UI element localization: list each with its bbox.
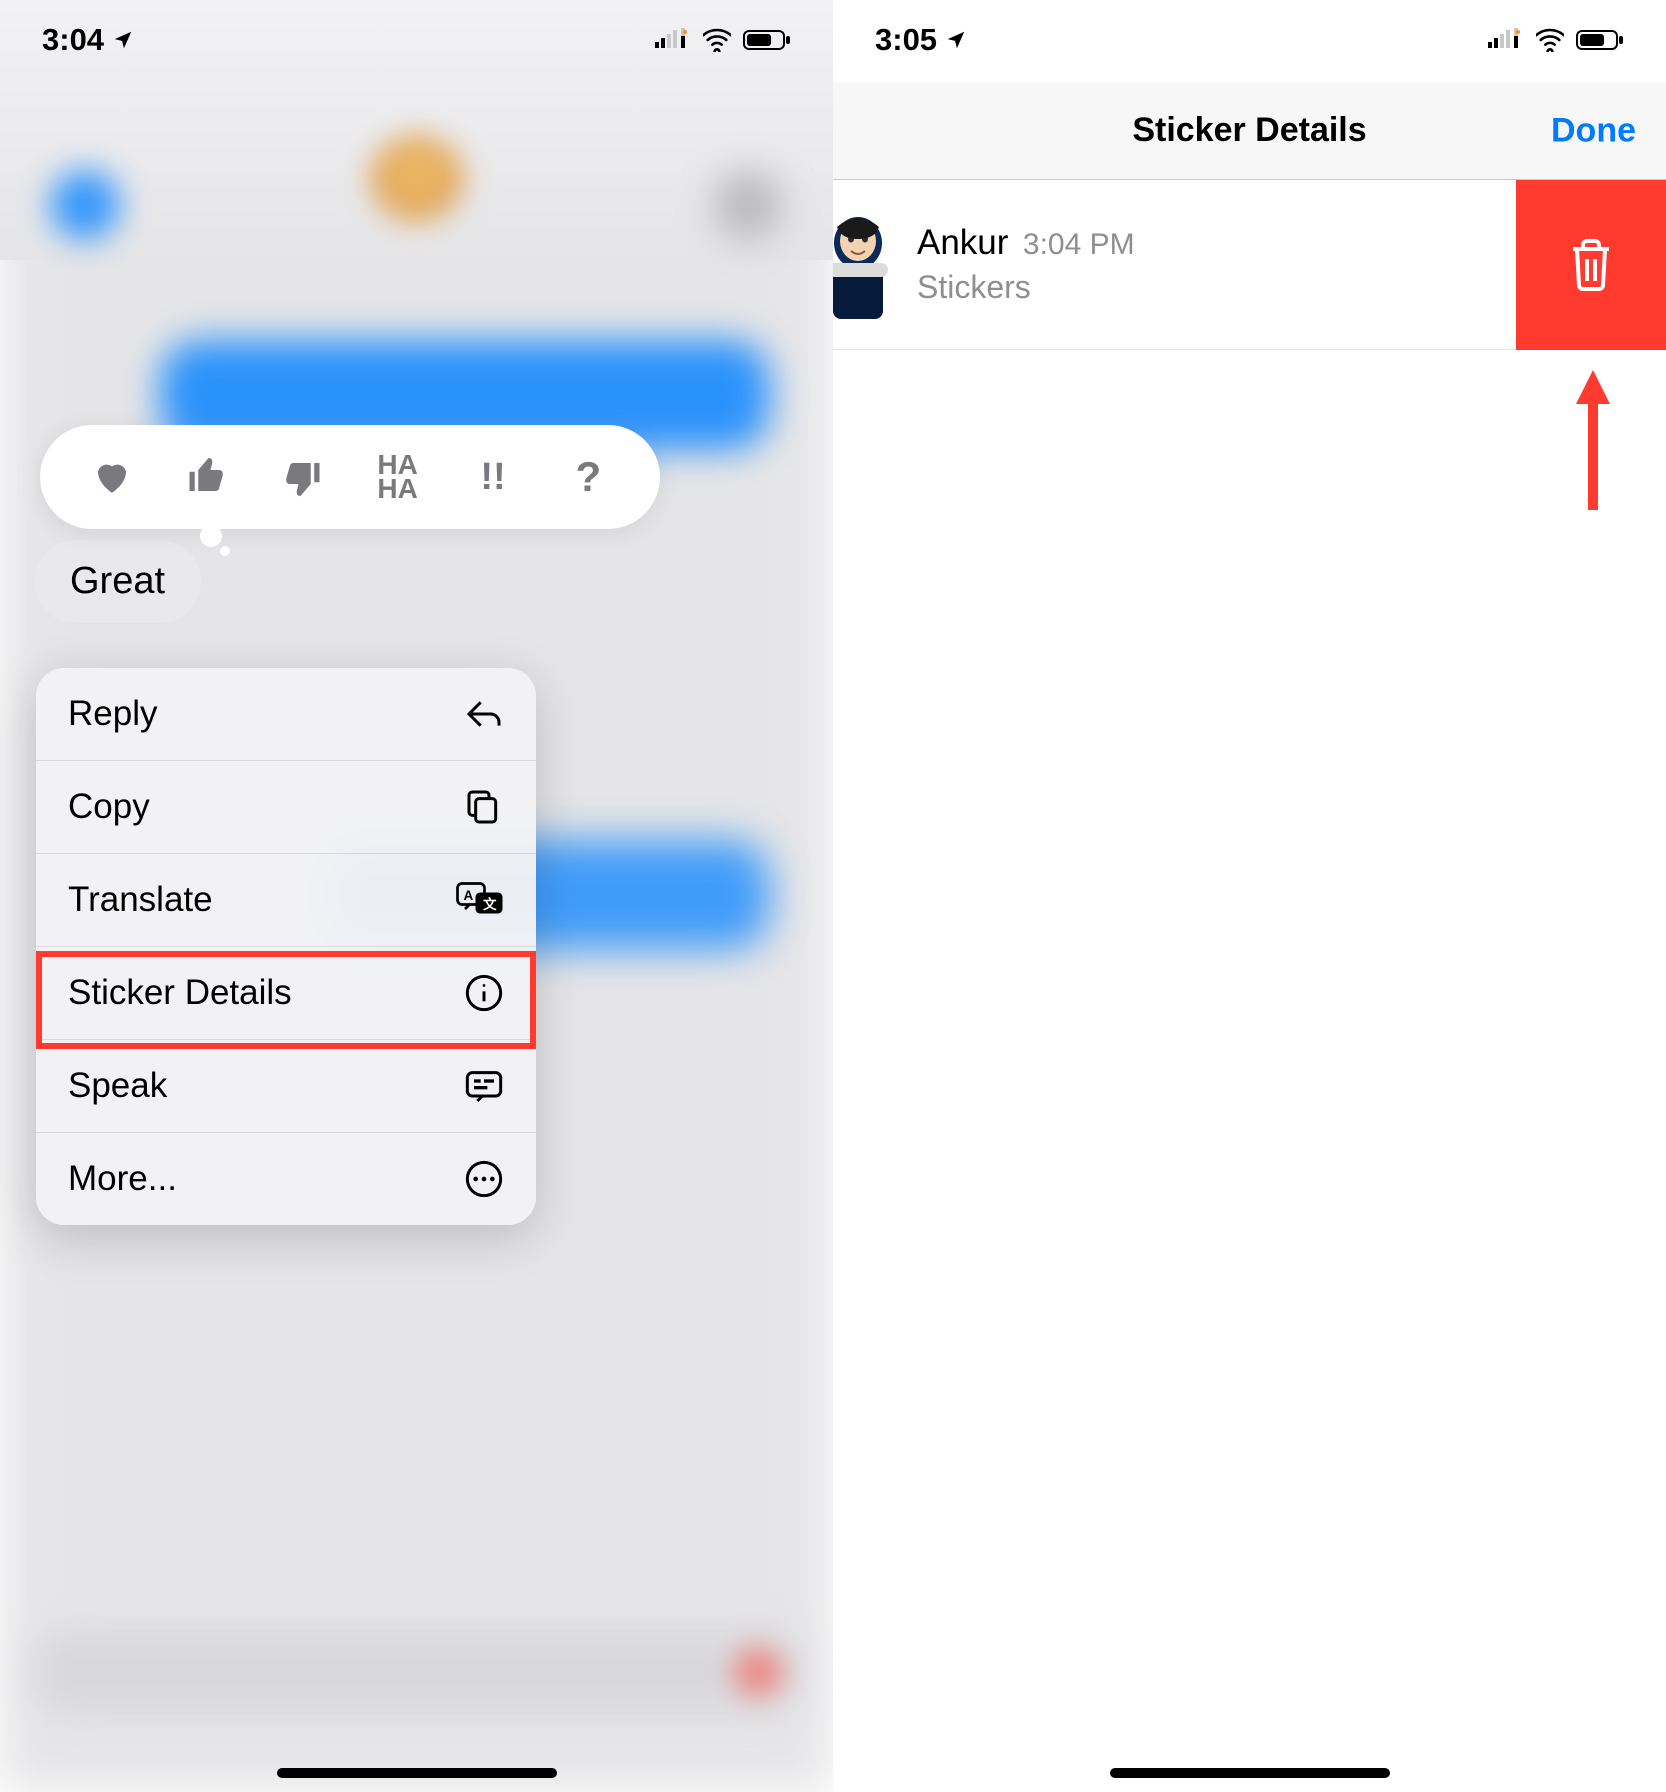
status-right <box>1488 28 1624 52</box>
copy-icon <box>464 787 504 827</box>
menu-item-reply[interactable]: Reply <box>36 668 536 761</box>
sticker-subtitle: Stickers <box>917 269 1135 306</box>
message-bubble[interactable]: Great <box>34 540 201 623</box>
screenshot-right: 3:05 Sticker Details Done <box>833 0 1666 1792</box>
menu-item-copy[interactable]: Copy <box>36 761 536 854</box>
more-icon <box>464 1159 504 1199</box>
translate-icon: A 文 <box>456 880 504 920</box>
battery-icon <box>1576 28 1624 52</box>
tapback-thumbs-down[interactable] <box>272 447 332 507</box>
menu-item-translate[interactable]: Translate A 文 <box>36 854 536 947</box>
status-bar: 3:05 <box>833 0 1666 80</box>
tapback-bar: HA HA !! ? <box>40 425 660 529</box>
menu-label: Copy <box>68 787 150 827</box>
status-time: 3:04 <box>42 22 134 58</box>
sticker-meta: Ankur 3:04 PM Stickers <box>917 223 1135 306</box>
delete-button[interactable] <box>1516 180 1666 350</box>
done-button[interactable]: Done <box>1551 111 1636 150</box>
tapback-tail <box>200 525 222 547</box>
blurred-input-accent <box>733 1647 783 1697</box>
sticker-sender-name: Ankur <box>917 223 1008 262</box>
blurred-back-button <box>50 170 120 240</box>
menu-label: Translate <box>68 880 213 920</box>
sticker-time: 3:04 PM <box>1023 228 1135 261</box>
trash-icon <box>1567 237 1615 293</box>
menu-item-sticker-details[interactable]: Sticker Details <box>36 947 536 1040</box>
tapback-tail <box>220 546 230 556</box>
wifi-icon <box>703 28 731 52</box>
menu-label: Reply <box>68 694 157 734</box>
tapback-haha[interactable]: HA HA <box>368 447 428 507</box>
status-bar: 3:04 <box>0 0 833 80</box>
info-icon <box>464 973 504 1013</box>
wifi-icon <box>1536 28 1564 52</box>
sticker-thumbnail <box>833 205 893 325</box>
nav-title: Sticker Details <box>1132 111 1366 150</box>
navigation-bar: Sticker Details Done <box>833 82 1666 180</box>
menu-label: Speak <box>68 1066 167 1106</box>
tapback-question[interactable]: ? <box>558 447 618 507</box>
home-indicator[interactable] <box>1110 1768 1390 1778</box>
dual-sim-signal-icon <box>655 28 691 52</box>
speak-icon <box>464 1066 504 1106</box>
svg-text:A: A <box>464 888 474 903</box>
context-menu: Reply Copy Translate A 文 Sticker Details… <box>36 668 536 1225</box>
svg-text:文: 文 <box>483 896 497 912</box>
annotation-arrow <box>1570 370 1616 515</box>
tapback-exclamation[interactable]: !! <box>463 447 523 507</box>
blurred-video-button <box>713 170 783 240</box>
status-time: 3:05 <box>875 22 967 58</box>
screenshot-left: 3:04 HA HA !! ? Great Reply Copy <box>0 0 833 1792</box>
tapback-heart[interactable] <box>82 447 142 507</box>
status-right <box>655 28 791 52</box>
status-time-text: 3:05 <box>875 22 937 58</box>
blurred-input-bar <box>30 1632 803 1712</box>
home-indicator[interactable] <box>277 1768 557 1778</box>
status-time-text: 3:04 <box>42 22 104 58</box>
blurred-avatar <box>369 135 464 230</box>
menu-item-more[interactable]: More... <box>36 1133 536 1225</box>
dual-sim-signal-icon <box>1488 28 1524 52</box>
reply-icon <box>464 694 504 734</box>
menu-label: More... <box>68 1159 177 1199</box>
tapback-thumbs-up[interactable] <box>177 447 237 507</box>
menu-label: Sticker Details <box>68 973 292 1013</box>
menu-item-speak[interactable]: Speak <box>36 1040 536 1133</box>
battery-icon <box>743 28 791 52</box>
location-icon <box>112 29 134 51</box>
location-icon <box>945 29 967 51</box>
